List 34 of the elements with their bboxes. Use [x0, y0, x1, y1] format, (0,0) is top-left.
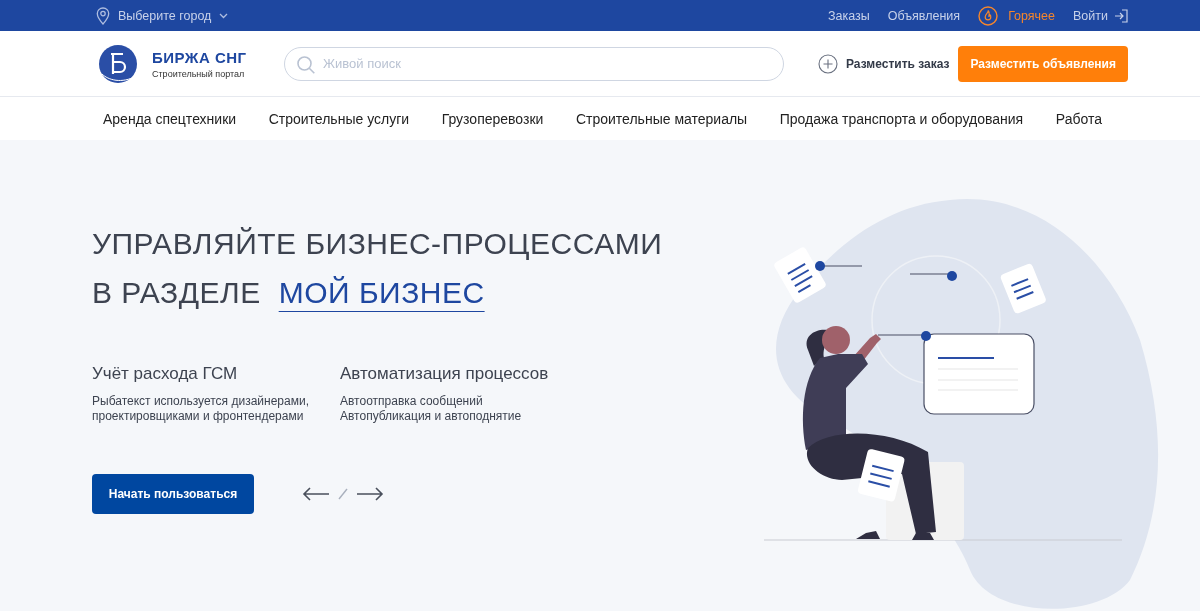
location-pin-icon [96, 6, 110, 25]
feature-description: Автопубликация и автоподнятие [340, 409, 523, 424]
feature-description: Рыбатекст используется дизайнерами, [92, 394, 306, 409]
add-order-link[interactable]: Разместить заказ [818, 53, 950, 74]
search-field[interactable]: Живой поиск [284, 46, 784, 81]
top-link[interactable]: Объявления [887, 8, 961, 23]
hero-heading: УПРАВЛЯЙТЕ БИЗНЕС-ПРОЦЕССАМИ [92, 226, 663, 262]
top-link[interactable]: Заказы [828, 8, 870, 23]
nav-item[interactable]: Строительные материалы [575, 110, 748, 127]
login-icon [1114, 8, 1128, 23]
feature-description: проектировщиками и фронтендерами [92, 409, 305, 424]
logo-title: БИРЖА СНГ [152, 48, 247, 66]
nav-item[interactable]: Грузоперевозки [441, 110, 544, 127]
logo-subtitle: Строительный портал [152, 68, 246, 79]
arrow-right-icon[interactable] [356, 487, 384, 501]
arrow-left-icon[interactable] [302, 487, 330, 501]
search-icon [296, 54, 316, 75]
my-business-link[interactable]: МОЙ БИЗНЕС [278, 273, 485, 312]
start-button[interactable]: Начать пользоваться [92, 474, 254, 514]
city-selector[interactable]: Выберите город [96, 6, 229, 25]
hero-heading: В РАЗДЕЛЕ [92, 275, 261, 311]
slash-divider-icon [338, 488, 348, 500]
logo-icon [98, 43, 138, 84]
plus-circle-icon [818, 53, 838, 74]
feature-title: Автоматизация процессов [340, 364, 550, 384]
nav-item[interactable]: Строительные услуги [268, 110, 410, 127]
chevron-down-icon [219, 12, 229, 19]
feature-title: Учёт расхода ГСМ [92, 364, 239, 384]
top-link[interactable]: Войти [1073, 8, 1108, 23]
nav-item[interactable]: Продажа транспорта и оборудования [779, 110, 1024, 127]
nav-item[interactable]: Аренда спецтехники [103, 110, 237, 127]
feature-description: Автоотправка сообщений [340, 394, 484, 409]
flame-icon [978, 5, 999, 26]
nav-item[interactable]: Работа [1055, 110, 1102, 127]
